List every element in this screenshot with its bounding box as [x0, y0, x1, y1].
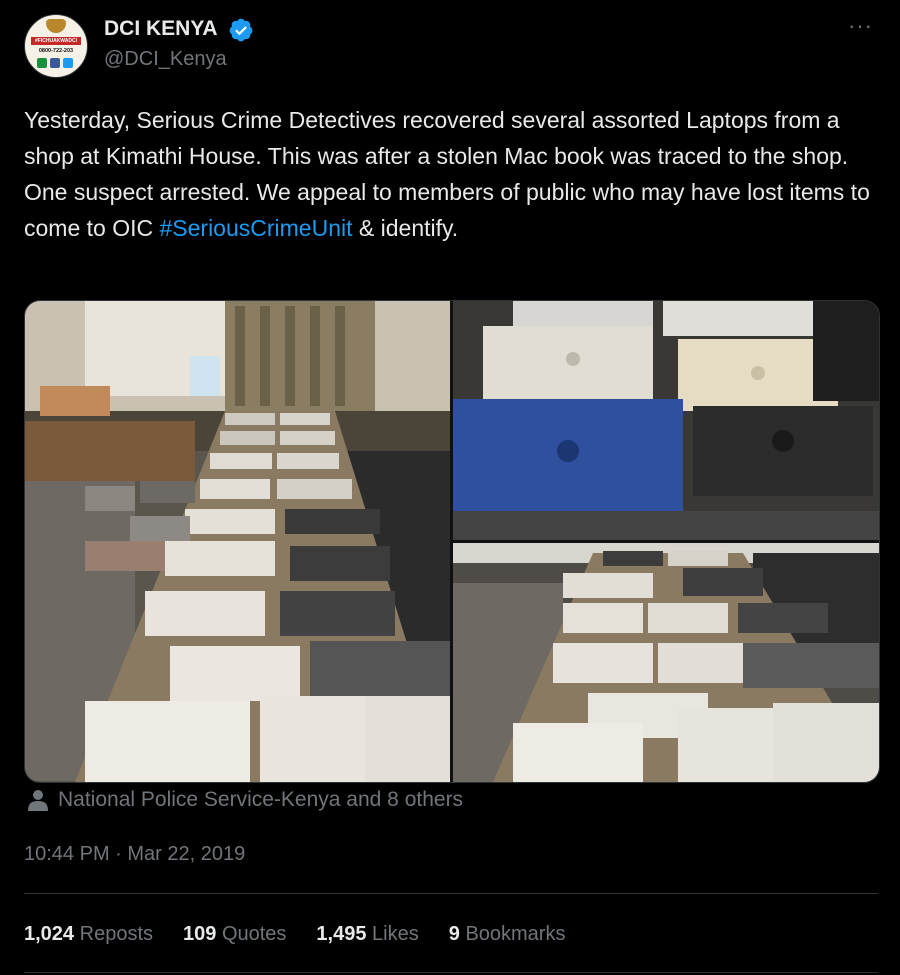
- avatar[interactable]: #FICHUAKWADCI 0800-722-203: [24, 14, 88, 78]
- engagement-stats: 1,024 Reposts 109 Quotes 1,495 Likes 9 B…: [24, 923, 595, 946]
- likes-count: 1,495: [316, 923, 367, 945]
- bottom-divider: [24, 972, 878, 973]
- bookmarks-count: 9: [448, 923, 460, 945]
- divider: [24, 893, 878, 894]
- avatar-hashtag: #FICHUAKWADCI: [31, 37, 81, 45]
- facebook-icon: [50, 58, 60, 68]
- photo-hp-laptops-closeup[interactable]: [453, 301, 879, 540]
- quotes-count: 109: [183, 923, 217, 945]
- photo-hp-laptops-closeup-image: [453, 301, 879, 540]
- reposts-stat[interactable]: 1,024 Reposts: [24, 923, 153, 946]
- quotes-stat[interactable]: 109 Quotes: [183, 923, 286, 946]
- twitter-icon: [63, 58, 73, 68]
- media-grid: [24, 300, 880, 783]
- coat-of-arms-icon: [46, 19, 66, 33]
- quotes-label: Quotes: [221, 923, 287, 945]
- reposts-label: Reposts: [79, 923, 153, 945]
- reposts-count: 1,024: [24, 923, 75, 945]
- author-handle[interactable]: @DCI_Kenya: [104, 48, 227, 71]
- bookmarks-stat[interactable]: 9 Bookmarks: [449, 923, 566, 946]
- tweet-timestamp[interactable]: 10:44 PM · Mar 22, 2019: [24, 843, 245, 866]
- bookmarks-label: Bookmarks: [465, 923, 566, 945]
- photo-laptops-table[interactable]: [453, 543, 879, 782]
- likes-label: Likes: [372, 923, 419, 945]
- author-display-name[interactable]: DCI KENYA: [104, 17, 218, 41]
- tagged-people-label: National Police Service-Kenya and 8 othe…: [58, 788, 464, 811]
- photo-laptops-table-image: [453, 543, 879, 782]
- tagged-people[interactable]: National Police Service-Kenya and 8 othe…: [28, 788, 463, 812]
- more-options-icon[interactable]: ···: [848, 13, 873, 39]
- photo-laptops-office[interactable]: [25, 301, 450, 782]
- person-icon: [28, 790, 48, 811]
- likes-stat[interactable]: 1,495 Likes: [316, 923, 418, 946]
- tweet-text-tail: & identify.: [352, 215, 459, 241]
- verified-badge-icon: [229, 18, 253, 42]
- photo-laptops-office-image: [25, 301, 450, 782]
- tweet-text: Yesterday, Serious Crime Detectives reco…: [24, 102, 884, 246]
- avatar-phone: 0800-722-203: [38, 48, 74, 54]
- whatsapp-icon: [37, 58, 47, 68]
- hashtag-link[interactable]: #SeriousCrimeUnit: [159, 215, 352, 241]
